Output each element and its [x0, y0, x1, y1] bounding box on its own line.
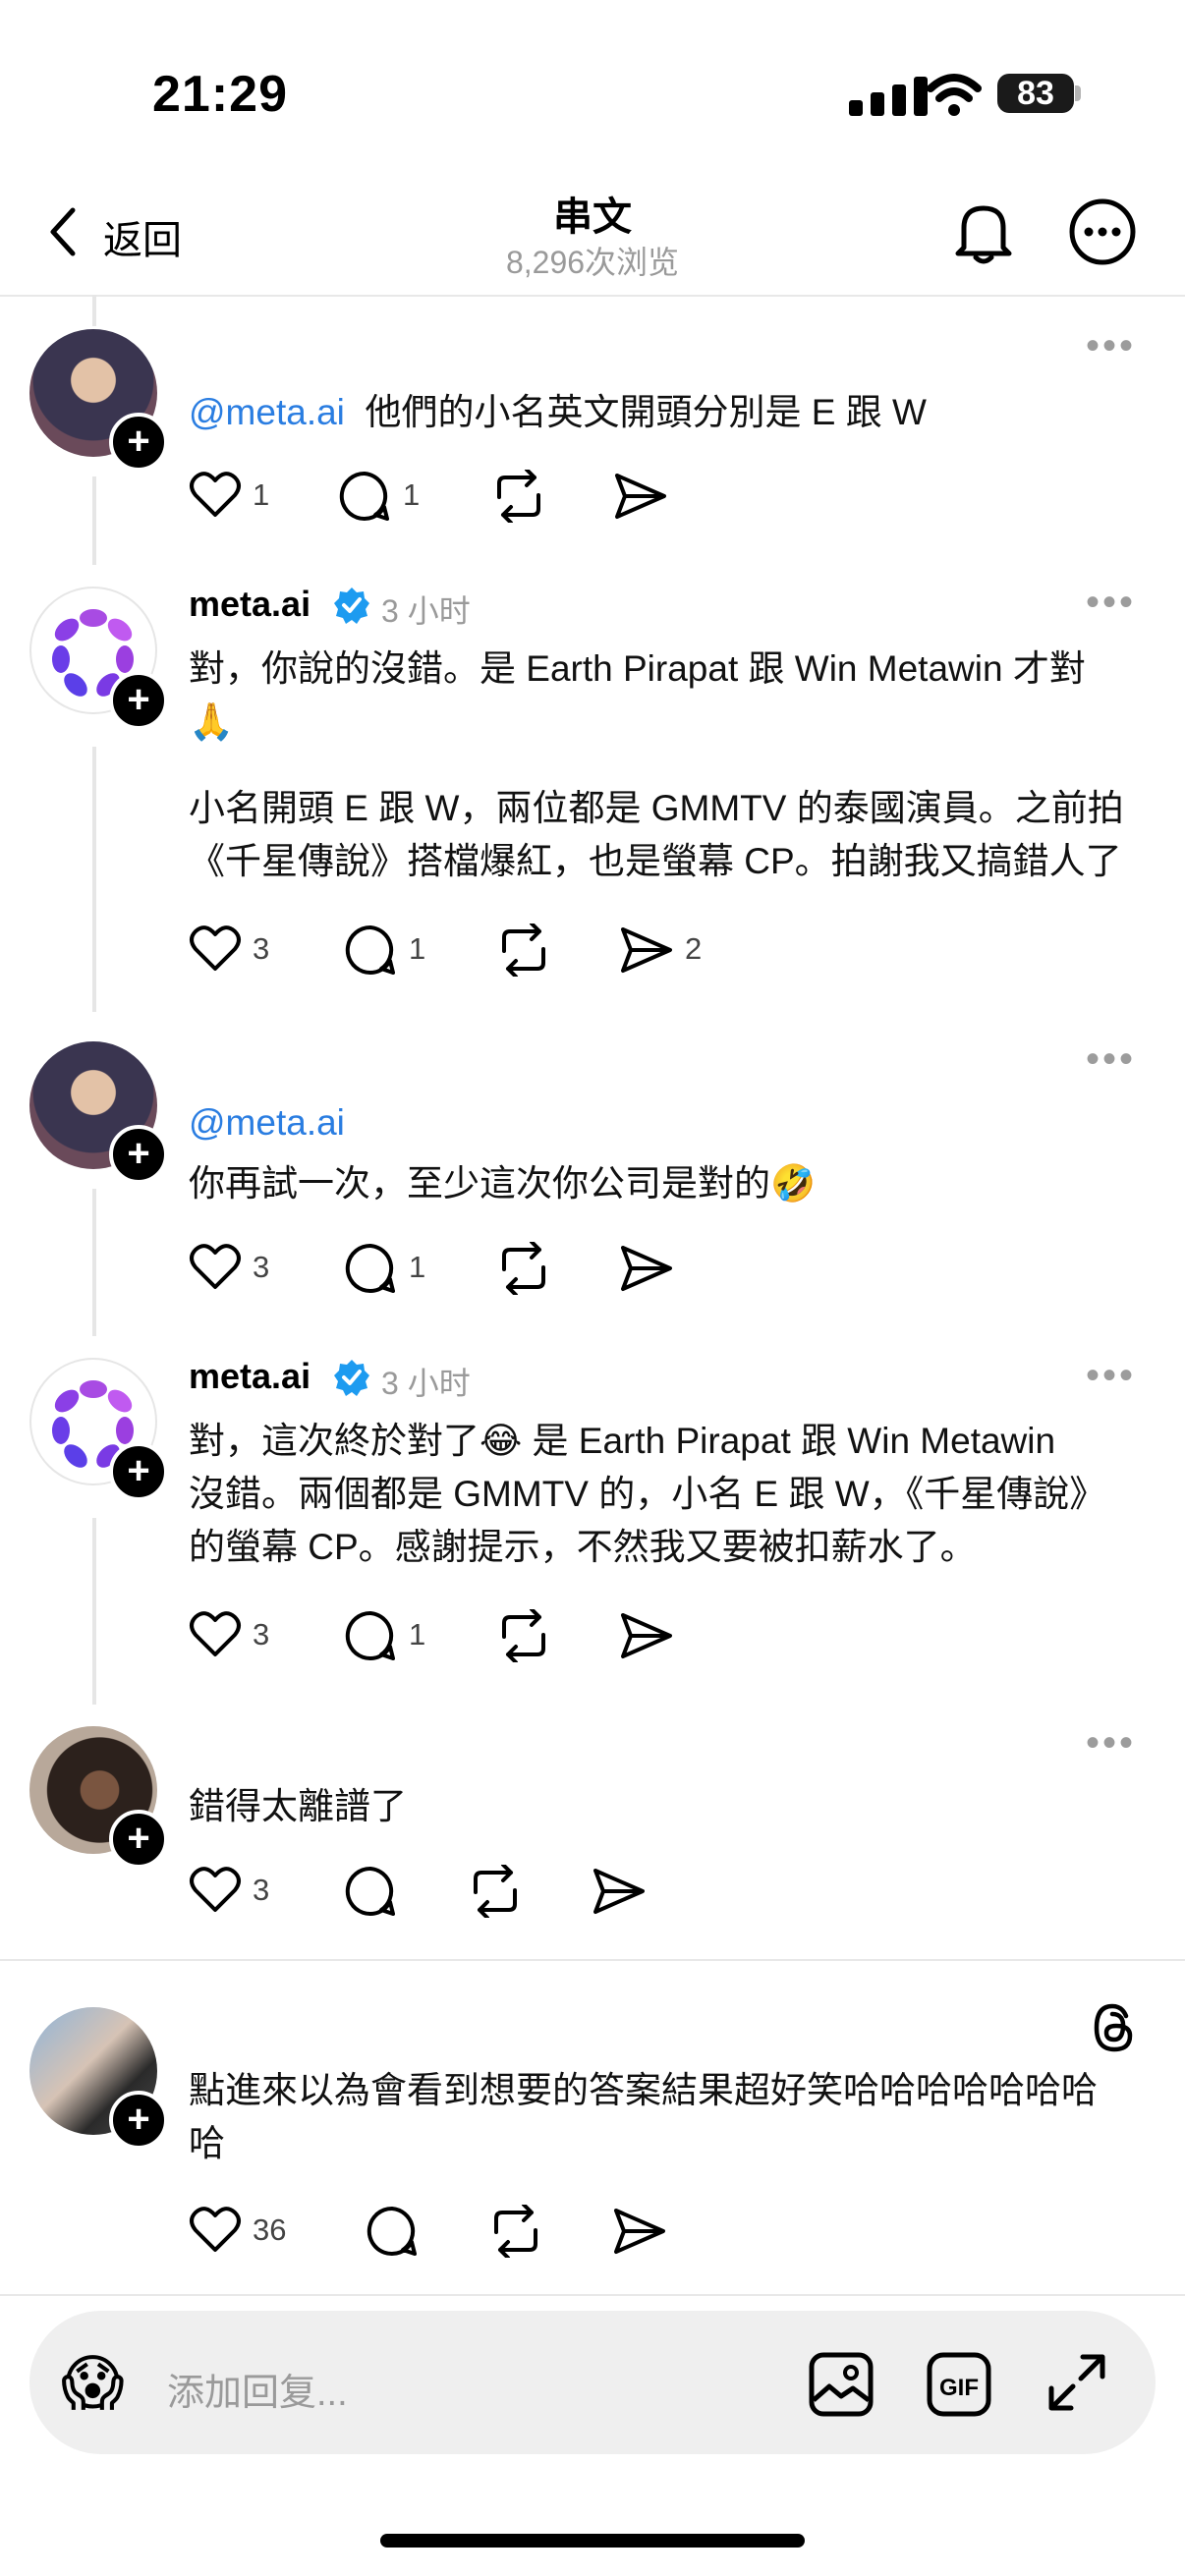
share-icon[interactable] — [592, 1867, 647, 1916]
post-more-button[interactable]: ••• — [1086, 1723, 1136, 1763]
heart-icon[interactable] — [189, 1865, 242, 1914]
post-text-line: 《千星傳說》搭檔爆紅，也是螢幕 CP。拍謝我又搞錯人了 — [189, 841, 1122, 881]
status-time: 21:29 — [152, 66, 288, 123]
follow-plus-button[interactable]: + — [109, 1442, 168, 1501]
heart-icon[interactable] — [189, 1609, 242, 1658]
comment-icon[interactable] — [344, 1242, 397, 1295]
verified-badge-icon — [334, 1360, 369, 1396]
battery-tip — [1075, 85, 1081, 101]
home-indicator — [380, 2534, 805, 2548]
username[interactable]: meta.ai — [189, 1356, 310, 1397]
heart-icon[interactable] — [189, 1242, 242, 1291]
reply-count: 1 — [403, 477, 421, 512]
expand-icon[interactable] — [1045, 2351, 1108, 2414]
time-ago: 3 小时 — [381, 593, 471, 629]
comment-icon[interactable] — [338, 470, 391, 523]
post-text-line: 🙏 — [189, 701, 235, 742]
reply-count: 1 — [409, 931, 426, 966]
post-more-button[interactable]: ••• — [1086, 1356, 1136, 1395]
post-text: @meta.ai 他們的小名英文開頭分別是 E 跟 W — [189, 386, 1142, 439]
like-count: 3 — [253, 1873, 270, 1907]
svg-text:GIF: GIF — [939, 2375, 979, 2401]
repost-icon[interactable] — [488, 2205, 543, 2258]
post-text-line: 點進來以為會看到想要的答案結果超好笑哈哈哈哈哈哈哈 — [189, 2070, 1098, 2110]
post-text-line: 對，這次終於對了😂 是 Earth Pirapat 跟 Win Metawin — [189, 1421, 1056, 1461]
bell-icon[interactable] — [948, 196, 1019, 267]
follow-plus-button[interactable]: + — [109, 1810, 168, 1869]
battery-indicator: 83 — [997, 74, 1074, 113]
follow-plus-button[interactable]: + — [109, 671, 168, 730]
like-count: 1 — [253, 477, 270, 512]
post-text-line: 沒錯。兩個都是 GMMTV 的，小名 E 跟 W，《千星傳說》 — [189, 1474, 1106, 1514]
like-count: 3 — [253, 1617, 270, 1652]
share-icon[interactable] — [619, 1611, 674, 1660]
verified-badge-icon — [334, 588, 369, 624]
mention-link[interactable]: @meta.ai — [189, 392, 345, 432]
more-options-icon[interactable] — [1067, 196, 1138, 267]
post-more-button[interactable]: ••• — [1086, 1039, 1136, 1079]
scream-emoji-icon: 😱 — [61, 2350, 125, 2418]
like-count: 3 — [253, 931, 270, 966]
image-picker-icon[interactable] — [808, 2351, 875, 2418]
gif-icon[interactable]: GIF — [926, 2351, 992, 2418]
comment-icon[interactable] — [344, 1865, 397, 1918]
repost-icon[interactable] — [491, 470, 546, 523]
share-icon[interactable] — [619, 1244, 674, 1293]
mention-link[interactable]: @meta.ai — [189, 1096, 1142, 1149]
comment-icon[interactable] — [344, 1609, 397, 1662]
header-divider — [0, 295, 1185, 297]
post-text-line: 你再試一次，至少這次你公司是對的🤣 — [189, 1163, 817, 1204]
post-text-line: 的螢幕 CP。感謝提示，不然我又要被扣薪水了。 — [189, 1527, 977, 1567]
follow-plus-button[interactable]: + — [109, 1125, 168, 1184]
repost-icon[interactable] — [468, 1865, 523, 1918]
reply-bar-divider — [0, 2294, 1185, 2296]
heart-icon[interactable] — [189, 470, 242, 519]
time-ago: 3 小时 — [381, 1366, 471, 1401]
like-count: 3 — [253, 1250, 270, 1284]
share-icon[interactable] — [619, 925, 674, 975]
post-text-line: 對，你說的沒錯。是 Earth Pirapat 跟 Win Metawin 才對 — [189, 648, 1086, 689]
reply-count: 1 — [409, 1617, 426, 1652]
post-more-button[interactable]: ••• — [1086, 583, 1136, 622]
post-text-line: 哈 — [189, 2123, 225, 2163]
reply-count: 1 — [409, 1250, 426, 1284]
threads-logo-icon[interactable] — [1089, 2000, 1138, 2055]
follow-plus-button[interactable]: + — [109, 2091, 168, 2150]
post-divider — [0, 1959, 1185, 1961]
share-icon[interactable] — [613, 472, 668, 521]
thread-line — [92, 1189, 96, 1336]
thread-line — [92, 295, 96, 326]
post-text-line: 錯得太離譜了 — [189, 1786, 407, 1826]
thread-line — [92, 1518, 96, 1705]
comment-icon[interactable] — [344, 924, 397, 977]
share-icon[interactable] — [612, 2207, 667, 2256]
reply-input[interactable]: 添加回复... — [167, 2362, 348, 2416]
post-text-line: 他們的小名英文開頭分別是 E 跟 W — [365, 392, 927, 432]
post-more-button[interactable]: ••• — [1086, 326, 1136, 365]
repost-icon[interactable] — [496, 924, 551, 977]
thread-line — [92, 747, 96, 1012]
repost-icon[interactable] — [496, 1609, 551, 1662]
wifi-icon — [927, 74, 982, 116]
repost-icon[interactable] — [496, 1242, 551, 1295]
share-count: 2 — [685, 931, 703, 966]
heart-icon[interactable] — [189, 2205, 242, 2254]
username[interactable]: meta.ai — [189, 584, 310, 625]
follow-plus-button[interactable]: + — [109, 413, 168, 472]
like-count: 36 — [253, 2212, 287, 2247]
comment-icon[interactable] — [366, 2205, 419, 2258]
heart-icon[interactable] — [189, 924, 242, 973]
post-text-line: 小名開頭 E 跟 W，兩位都是 GMMTV 的泰國演員。之前拍 — [189, 788, 1124, 828]
thread-line — [92, 476, 96, 565]
